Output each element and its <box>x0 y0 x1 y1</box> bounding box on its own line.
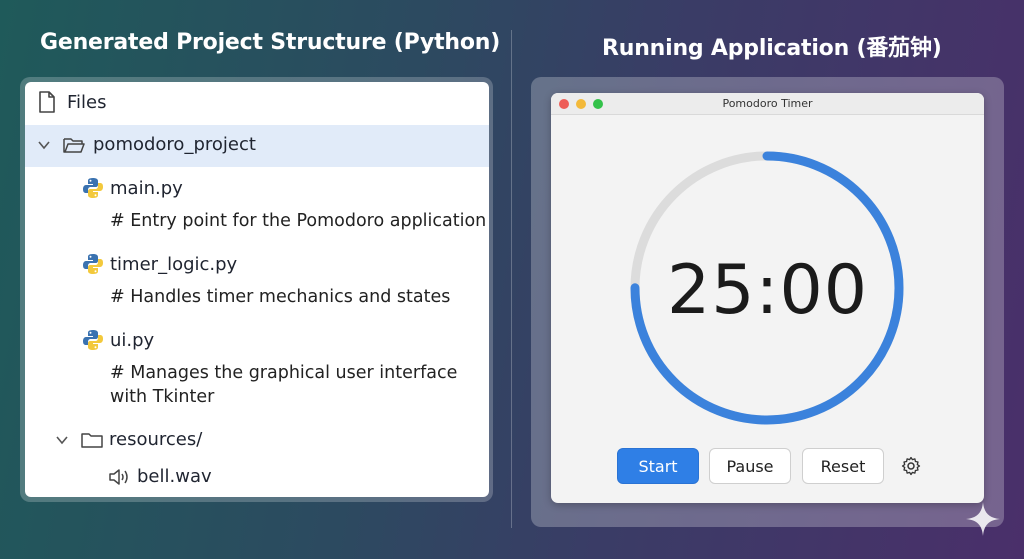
reset-button[interactable]: Reset <box>802 448 884 484</box>
python-icon <box>83 254 103 274</box>
window-title: Pomodoro Timer <box>722 97 813 110</box>
folder-icon <box>81 432 103 448</box>
timer-display: 25:00 <box>667 251 868 330</box>
pause-button[interactable]: Pause <box>709 448 791 484</box>
window-titlebar: Pomodoro Timer <box>551 93 984 115</box>
left-panel-heading: Generated Project Structure (Python) <box>40 30 501 55</box>
file-icon <box>39 91 55 113</box>
tree-item-pomodoro-project[interactable]: pomodoro_project <box>37 134 256 155</box>
python-icon <box>83 178 103 198</box>
tree-item-ui-py[interactable]: ui.py <box>82 329 154 351</box>
right-panel-heading: Running Application (番茄钟) <box>602 36 942 61</box>
panel-divider <box>511 30 512 528</box>
speaker-icon <box>109 468 128 485</box>
file-name-timer-logic-py: timer_logic.py <box>110 253 238 275</box>
comment-main-py: # Entry point for the Pomodoro applicati… <box>110 211 487 231</box>
python-icon <box>83 330 103 350</box>
file-tree-panel: Files pomodoro_project main.py # Entry p… <box>25 82 489 497</box>
comment-ui-py-line1: # Manages the graphical user interface <box>110 363 458 383</box>
comment-ui-py-line2: with Tkinter <box>110 387 215 407</box>
tree-item-bell-wav[interactable]: bell.wav <box>108 466 212 487</box>
folder-open-icon <box>63 137 85 153</box>
tree-item-resources[interactable]: resources/ <box>55 429 202 450</box>
project-folder-label: pomodoro_project <box>93 134 256 155</box>
pomodoro-window: Pomodoro Timer 25:00 Start Pause Reset <box>551 93 984 503</box>
chevron-down-icon[interactable] <box>37 138 51 152</box>
start-button[interactable]: Start <box>617 448 699 484</box>
comment-timer-logic-py: # Handles timer mechanics and states <box>110 287 451 307</box>
tree-item-main-py[interactable]: main.py <box>82 177 183 199</box>
files-header-label: Files <box>67 91 107 113</box>
gear-icon[interactable] <box>901 456 921 476</box>
file-name-main-py: main.py <box>110 177 183 199</box>
file-name-bell-wav: bell.wav <box>137 466 212 487</box>
sparkle-icon <box>966 502 1000 536</box>
chevron-down-icon[interactable] <box>55 433 69 447</box>
resources-folder-label: resources/ <box>109 429 203 450</box>
file-name-ui-py: ui.py <box>110 329 155 351</box>
files-header: Files <box>38 91 107 113</box>
tree-item-timer-logic-py[interactable]: timer_logic.py <box>82 253 237 275</box>
